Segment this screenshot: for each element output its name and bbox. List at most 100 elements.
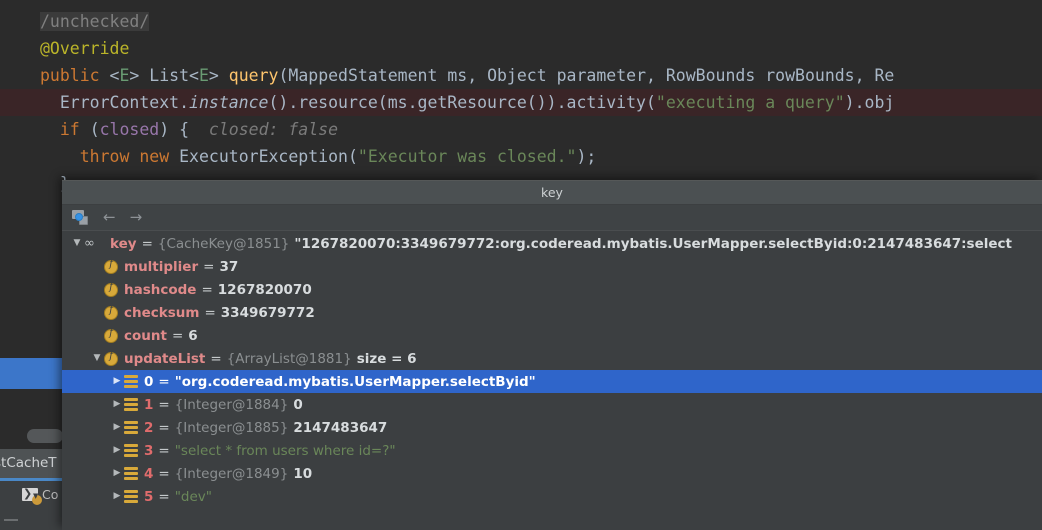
tree-row[interactable]: checksum=3349679772 bbox=[62, 301, 1042, 324]
tree-node-type: {ArrayList@1881} bbox=[226, 350, 352, 367]
code-token: ) { bbox=[159, 120, 209, 139]
tree-row[interactable]: 0="org.coderead.mybatis.UserMapper.selec… bbox=[62, 370, 1042, 393]
tree-node-name: multiplier bbox=[124, 258, 199, 275]
code-token: public bbox=[40, 66, 110, 85]
divider bbox=[4, 519, 18, 521]
list-item-icon bbox=[124, 467, 138, 480]
code-token: < bbox=[109, 66, 120, 85]
list-item-icon bbox=[124, 490, 138, 503]
code-line[interactable]: if (closed) { closed: false bbox=[0, 116, 1042, 143]
tree-node-value: 37 bbox=[219, 258, 239, 275]
equals-sign: = bbox=[158, 488, 170, 505]
equals-sign: = bbox=[210, 350, 222, 367]
code-token: "executing a query" bbox=[655, 93, 845, 112]
tree-node-type: {Integer@1884} bbox=[174, 396, 289, 413]
tree-node-type: {Integer@1885} bbox=[174, 419, 289, 436]
code-token: closed: false bbox=[208, 120, 339, 139]
forward-arrow-icon[interactable]: → bbox=[130, 210, 143, 225]
tree-row[interactable]: multiplier=37 bbox=[62, 255, 1042, 278]
field-icon bbox=[104, 351, 118, 366]
popup-title-bar: key bbox=[62, 181, 1042, 205]
code-line[interactable]: ErrorContext.instance().resource(ms.getR… bbox=[0, 89, 1042, 116]
chevron-right-icon[interactable] bbox=[110, 393, 124, 416]
code-token: > List< bbox=[129, 66, 199, 85]
tree-row[interactable]: updateList={ArrayList@1881}size = 6 bbox=[62, 347, 1042, 370]
run-tab-label: stCacheT bbox=[0, 455, 57, 471]
console-tab-label: Co bbox=[42, 487, 59, 502]
variables-tree[interactable]: ∞key={CacheKey@1851}"1267820070:33496797… bbox=[62, 232, 1042, 530]
equals-sign: = bbox=[158, 442, 170, 459]
popup-toolbar[interactable]: ← → bbox=[62, 205, 1042, 231]
tree-node-value: 2147483647 bbox=[293, 419, 388, 436]
chevron-right-icon[interactable] bbox=[110, 416, 124, 439]
code-token: ().resource(ms.getResource()).activity( bbox=[268, 93, 656, 112]
code-token: ErrorContext. bbox=[59, 93, 190, 112]
tree-row[interactable]: hashcode=1267820070 bbox=[62, 278, 1042, 301]
code-token: > bbox=[208, 66, 229, 85]
list-item-icon bbox=[124, 421, 138, 434]
tree-node-value: "dev" bbox=[174, 488, 213, 505]
code-token: (MappedStatement ms, Object parameter, R… bbox=[278, 66, 895, 85]
tree-node-value: 3349679772 bbox=[220, 304, 315, 321]
tree-row[interactable]: 4={Integer@1849}10 bbox=[62, 462, 1042, 485]
tree-node-name: 4 bbox=[144, 465, 154, 482]
code-token: E bbox=[119, 66, 130, 85]
tree-node-name: 3 bbox=[144, 442, 154, 459]
tree-node-name: hashcode bbox=[124, 281, 197, 298]
code-line[interactable]: /unchecked/ bbox=[0, 8, 1042, 35]
list-item-icon bbox=[124, 398, 138, 411]
tree-row[interactable]: count=6 bbox=[62, 324, 1042, 347]
chevron-right-icon[interactable] bbox=[110, 485, 124, 508]
tree-row[interactable]: ∞ key={CacheKey@1851}"1267820070:33496797… bbox=[62, 232, 1042, 255]
code-token: ).obj bbox=[844, 93, 895, 112]
background-selection-band bbox=[0, 358, 62, 389]
code-token: instance bbox=[189, 93, 269, 112]
tree-node-value: "select * from users where id=?" bbox=[174, 442, 396, 459]
field-icon bbox=[104, 259, 118, 274]
field-icon bbox=[104, 328, 118, 343]
code-lines[interactable]: /unchecked/@Override public <E> List<E> q… bbox=[0, 0, 1042, 197]
tree-node-name: key bbox=[110, 235, 137, 252]
tree-node-type: {CacheKey@1851} bbox=[157, 235, 290, 252]
tree-row[interactable]: 5="dev" bbox=[62, 485, 1042, 508]
tree-node-name: 2 bbox=[144, 419, 154, 436]
code-line[interactable]: @Override bbox=[0, 35, 1042, 62]
tree-node-name: checksum bbox=[124, 304, 200, 321]
chevron-right-icon[interactable] bbox=[110, 439, 124, 462]
run-tab[interactable]: stCacheT bbox=[0, 449, 62, 481]
list-item-icon bbox=[124, 375, 138, 388]
tree-node-name: 1 bbox=[144, 396, 154, 413]
equals-sign: = bbox=[171, 327, 184, 344]
tree-node-name: updateList bbox=[124, 350, 206, 367]
inspect-popup[interactable]: key ← → ∞key={CacheKey@1851}"1267820070:… bbox=[62, 180, 1042, 530]
screen: /unchecked/@Override public <E> List<E> q… bbox=[0, 0, 1042, 530]
jump-to-source-button[interactable] bbox=[72, 210, 89, 225]
code-token: if bbox=[59, 120, 90, 139]
chevron-right-icon[interactable] bbox=[110, 370, 124, 393]
download-badge-icon bbox=[32, 492, 42, 505]
infinity-icon: ∞ bbox=[84, 236, 95, 251]
tree-row[interactable]: 1={Integer@1884}0 bbox=[62, 393, 1042, 416]
code-token: ExecutorException( bbox=[179, 147, 358, 166]
chevron-down-icon[interactable] bbox=[90, 347, 104, 370]
console-tab[interactable]: Co bbox=[22, 486, 59, 505]
equals-sign: = bbox=[201, 281, 213, 298]
back-arrow-icon[interactable]: ← bbox=[103, 210, 116, 225]
chevron-right-icon[interactable] bbox=[110, 462, 124, 485]
code-line[interactable]: throw new ExecutorException("Executor wa… bbox=[0, 143, 1042, 170]
code-line[interactable]: public <E> List<E> query(MappedStatement… bbox=[0, 62, 1042, 89]
tree-node-name: 5 bbox=[144, 488, 154, 505]
tree-row[interactable]: 3="select * from users where id=?" bbox=[62, 439, 1042, 462]
chevron-down-icon[interactable] bbox=[70, 232, 84, 255]
console-icon bbox=[22, 486, 42, 505]
equals-sign: = bbox=[158, 396, 170, 413]
equals-sign: = bbox=[158, 465, 170, 482]
scrollbar-thumb[interactable] bbox=[27, 429, 63, 443]
jump-to-source-icon bbox=[72, 210, 89, 225]
field-icon bbox=[104, 305, 118, 320]
popup-title: key bbox=[541, 185, 563, 200]
tree-row[interactable]: 2={Integer@1885}2147483647 bbox=[62, 416, 1042, 439]
code-token: @Override bbox=[40, 39, 130, 58]
code-token: ); bbox=[576, 147, 597, 166]
tree-node-value: 10 bbox=[293, 465, 313, 482]
